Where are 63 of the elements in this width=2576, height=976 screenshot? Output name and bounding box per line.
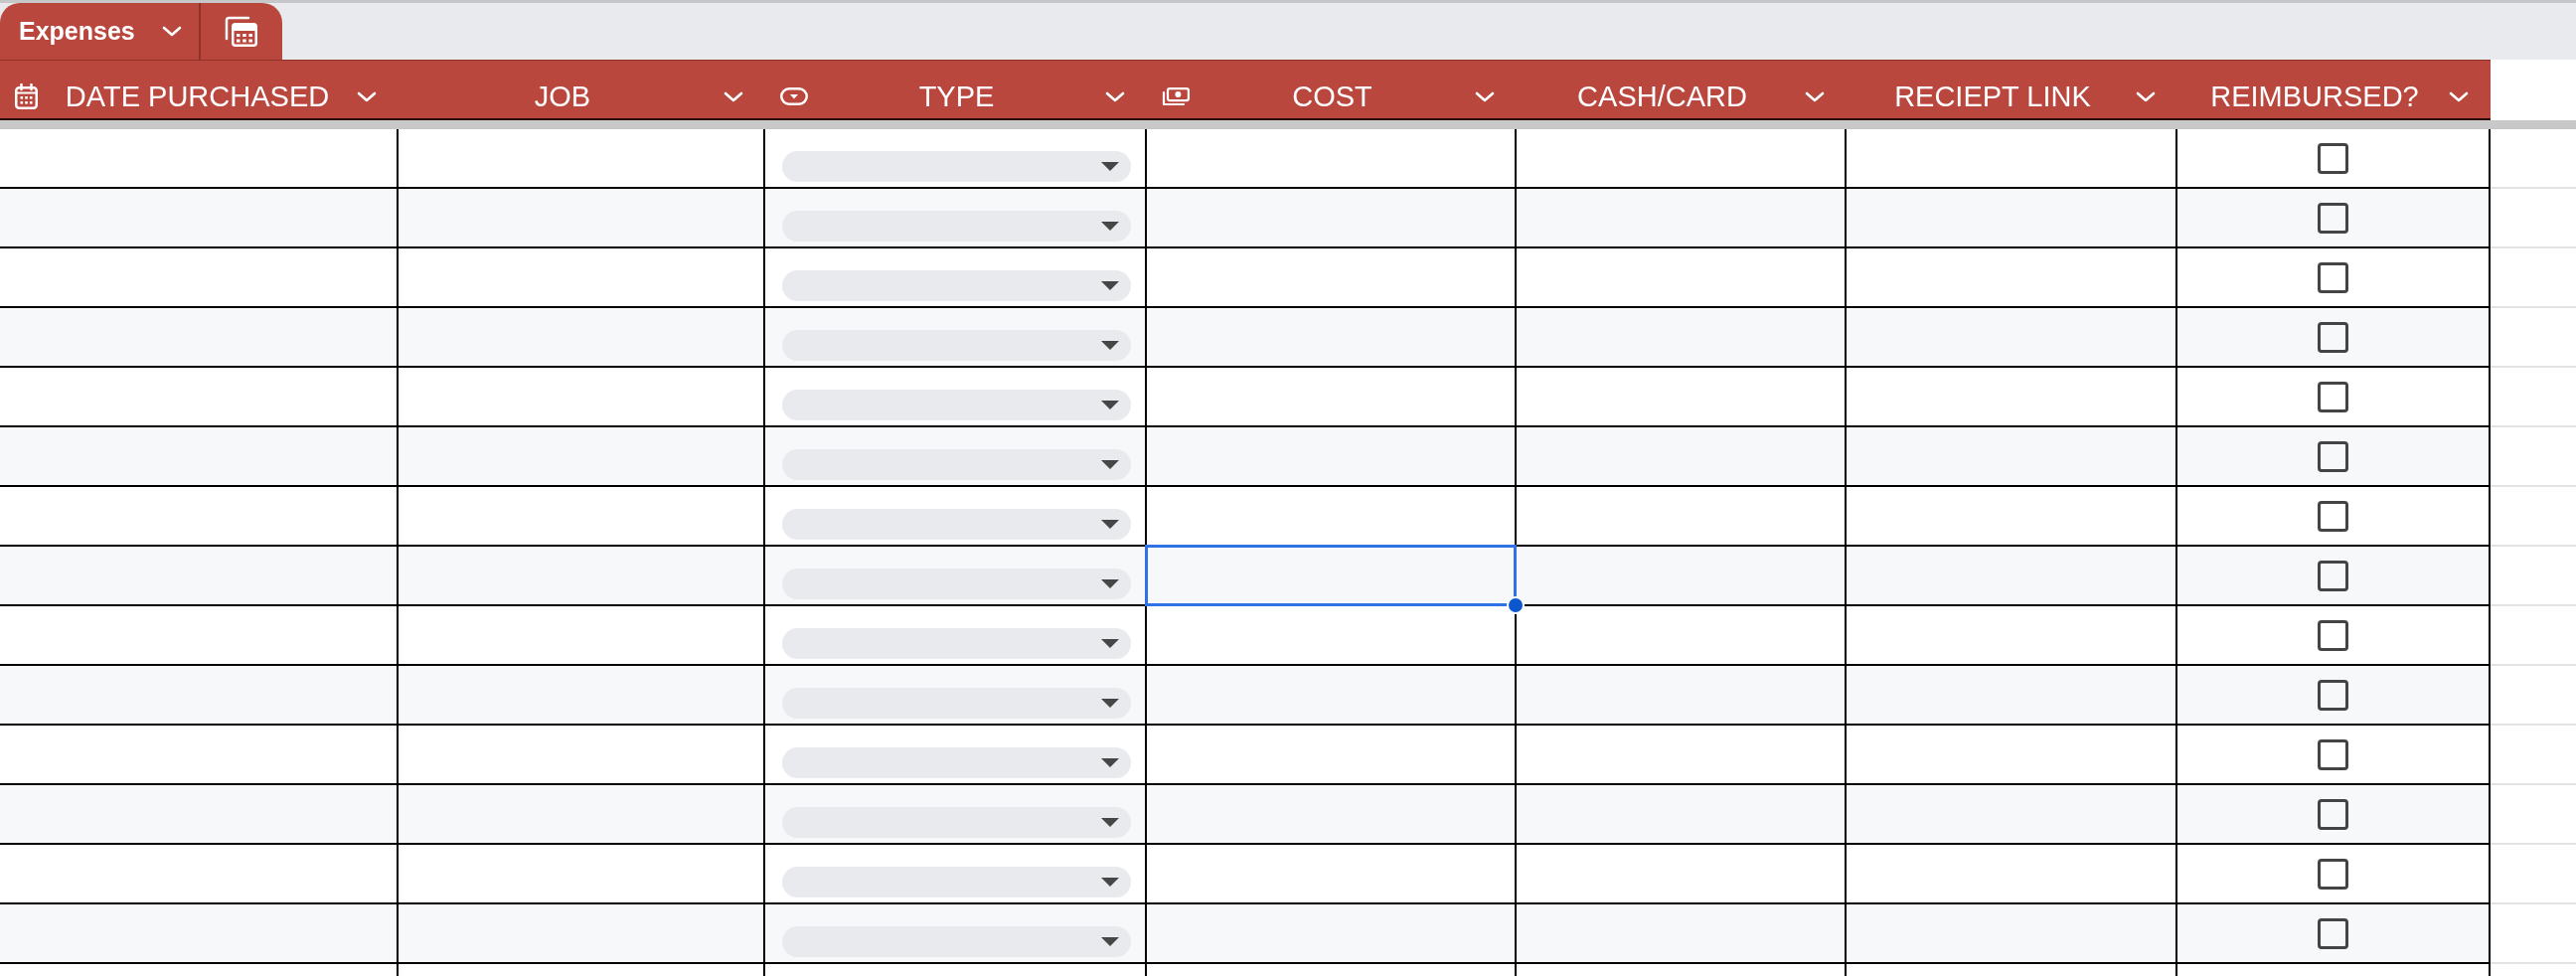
caret-icon [1101,758,1119,767]
chevron-down-icon[interactable] [1105,90,1125,102]
dropdown-field[interactable] [782,509,1131,540]
chevron-down-icon[interactable] [1805,90,1825,102]
dropdown-field[interactable] [782,926,1131,957]
caret-icon [1101,341,1119,350]
dropdown-field[interactable] [782,628,1131,659]
checkbox[interactable] [2318,202,2348,234]
chevron-down-icon[interactable] [161,26,182,37]
dropdown-field[interactable] [782,747,1131,778]
chevron-down-icon[interactable] [724,90,743,102]
caret-icon [1101,878,1119,887]
checkbox[interactable] [2318,798,2348,830]
caret-icon [1101,281,1119,290]
column-header: CASH/CARD [1576,81,1748,111]
checkbox[interactable] [2318,679,2348,711]
column-header: REIMBURSED? [2209,81,2420,111]
column-header: RECIEPT LINK [1893,81,2092,111]
caret-icon [1101,937,1119,946]
dropdown-field[interactable] [782,449,1131,480]
chevron-down-icon[interactable] [357,90,377,102]
column-header: COST [1291,81,1373,111]
dropdown-field[interactable] [782,151,1131,182]
caret-icon [1101,639,1119,648]
dropdown-icon [780,87,808,105]
checkbox[interactable] [2318,440,2348,472]
tab-menu-button[interactable]: Expenses [0,3,199,60]
chevron-down-icon[interactable] [2449,90,2469,102]
caret-icon [1101,460,1119,469]
fill-handle[interactable] [1507,596,1525,614]
caret-icon [1101,401,1119,409]
caret-icon [1101,222,1119,231]
chevron-down-icon[interactable] [1475,90,1495,102]
checkbox[interactable] [2318,619,2348,651]
checkbox[interactable] [2318,381,2348,412]
dropdown-field[interactable] [782,270,1131,301]
checkbox[interactable] [2318,917,2348,949]
dropdown-field[interactable] [782,330,1131,361]
checkbox[interactable] [2318,858,2348,890]
caret-icon [1101,162,1119,171]
dropdown-field[interactable] [782,569,1131,599]
dropdown-field[interactable] [782,688,1131,719]
caret-icon [1101,579,1119,588]
checkbox[interactable] [2318,142,2348,174]
dropdown-field[interactable] [782,390,1131,420]
dropdown-field[interactable] [782,867,1131,897]
banknote-icon [1162,86,1190,106]
caret-icon [1101,818,1119,827]
checkbox[interactable] [2318,560,2348,591]
caret-icon [1101,699,1119,708]
checkbox[interactable] [2318,500,2348,532]
column-header: TYPE [917,81,996,111]
dropdown-field[interactable] [782,211,1131,242]
checkbox[interactable] [2318,738,2348,770]
checkbox[interactable] [2318,321,2348,353]
calculator-icon[interactable] [224,16,257,47]
checkbox[interactable] [2318,261,2348,293]
dropdown-field[interactable] [782,807,1131,838]
caret-icon [1101,520,1119,529]
calendar-icon [15,83,38,109]
column-header: JOB [533,81,592,111]
chevron-down-icon[interactable] [2136,90,2156,102]
column-header: DATE PURCHASED [64,81,331,111]
